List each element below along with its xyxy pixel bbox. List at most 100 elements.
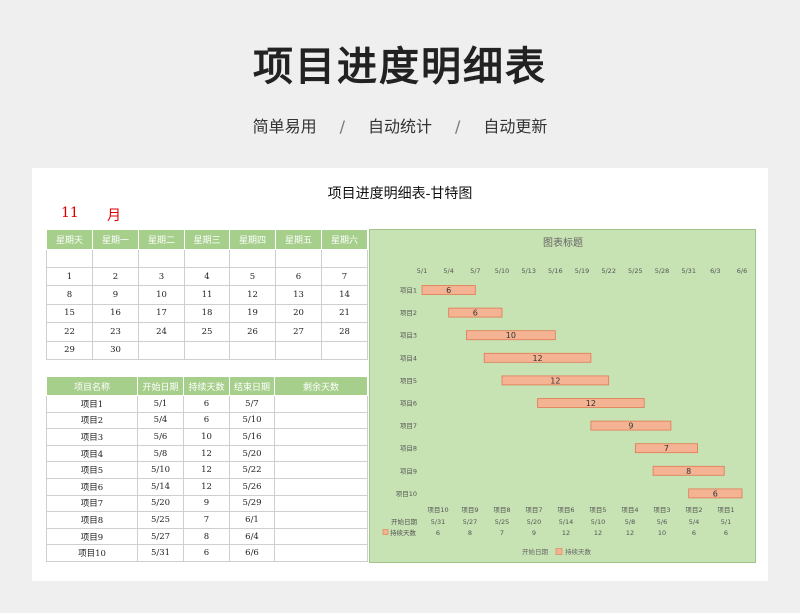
project-cell[interactable]: 7: [183, 511, 230, 529]
project-cell[interactable]: 5/22: [229, 461, 275, 479]
calendar-day-cell[interactable]: [229, 340, 276, 360]
calendar-day-cell[interactable]: [138, 340, 185, 360]
project-cell[interactable]: 项目9: [46, 527, 138, 546]
calendar-day-cell[interactable]: 22: [46, 322, 93, 342]
y-category-label: 项目10: [396, 490, 417, 498]
project-cell[interactable]: 5/7: [229, 395, 275, 413]
project-cell[interactable]: 项目7: [46, 494, 138, 513]
calendar-day-cell[interactable]: 8: [46, 285, 93, 305]
project-cell[interactable]: 5/27: [137, 527, 184, 546]
calendar-day-cell[interactable]: 1: [46, 266, 93, 287]
project-cell[interactable]: 5/31: [137, 544, 184, 562]
project-cell[interactable]: 项目2: [46, 411, 138, 430]
calendar-day-cell[interactable]: [275, 249, 322, 268]
calendar-day-cell[interactable]: 29: [46, 340, 93, 360]
calendar-day-cell[interactable]: 24: [138, 322, 185, 342]
calendar-day-cell[interactable]: 9: [92, 285, 139, 305]
tag-auto-update: 自动更新: [483, 117, 548, 136]
project-cell[interactable]: 5/14: [137, 477, 184, 496]
project-cell[interactable]: [274, 527, 368, 546]
calendar-day-cell[interactable]: 25: [184, 322, 230, 342]
project-cell[interactable]: 项目1: [46, 395, 138, 413]
project-cell[interactable]: [274, 477, 368, 496]
project-cell[interactable]: [274, 395, 368, 413]
project-cell[interactable]: 项目4: [46, 444, 138, 463]
project-cell[interactable]: 6: [183, 395, 230, 413]
project-cell[interactable]: [274, 494, 368, 513]
calendar-day-cell[interactable]: 11: [184, 285, 230, 305]
calendar-day-cell[interactable]: [92, 249, 139, 268]
project-cell[interactable]: 9: [183, 494, 230, 513]
calendar-day-cell[interactable]: [46, 249, 93, 268]
calendar-day-cell[interactable]: 19: [229, 303, 276, 324]
calendar-day-cell[interactable]: 21: [321, 303, 368, 324]
project-cell[interactable]: 6/4: [229, 527, 275, 546]
calendar-day-cell[interactable]: 17: [138, 303, 185, 324]
project-cell[interactable]: 5/16: [229, 428, 275, 446]
project-cell[interactable]: 6: [183, 411, 230, 430]
project-cell[interactable]: 6/6: [229, 544, 275, 562]
calendar-day-cell[interactable]: 13: [275, 285, 322, 305]
calendar-day-cell[interactable]: 4: [184, 266, 230, 287]
bar-data-label: 12: [532, 354, 542, 363]
project-cell[interactable]: 5/25: [137, 511, 184, 529]
project-cell[interactable]: 5/10: [137, 461, 184, 479]
project-cell[interactable]: 项目6: [46, 477, 138, 496]
project-cell[interactable]: 5/26: [229, 477, 275, 496]
calendar-day-cell[interactable]: 3: [138, 266, 185, 287]
calendar-day-cell[interactable]: 7: [321, 266, 368, 287]
project-cell[interactable]: [274, 428, 368, 446]
calendar-day-cell[interactable]: 15: [46, 303, 93, 324]
project-cell[interactable]: 12: [183, 444, 230, 463]
y-category-label: 项目8: [400, 445, 417, 453]
data-table-row-label: 开始日期: [391, 517, 418, 526]
calendar-day-cell[interactable]: 27: [275, 322, 322, 342]
calendar-day-cell[interactable]: [184, 249, 230, 268]
project-cell[interactable]: [274, 511, 368, 529]
project-cell[interactable]: 项目5: [46, 461, 138, 479]
calendar-day-cell[interactable]: [275, 340, 322, 360]
project-cell[interactable]: 5/1: [137, 395, 184, 413]
bar-data-label: 7: [664, 444, 669, 453]
calendar-day-cell[interactable]: 23: [92, 322, 139, 342]
project-cell[interactable]: 项目3: [46, 428, 138, 446]
project-cell[interactable]: 12: [183, 461, 230, 479]
calendar-day-cell[interactable]: 20: [275, 303, 322, 324]
project-cell[interactable]: 10: [183, 428, 230, 446]
project-cell[interactable]: 6/1: [229, 511, 275, 529]
calendar-day-cell[interactable]: 2: [92, 266, 139, 287]
project-cell[interactable]: [274, 444, 368, 463]
calendar-day-cell[interactable]: 10: [138, 285, 185, 305]
project-cell[interactable]: 项目10: [46, 544, 138, 562]
project-cell[interactable]: 8: [183, 527, 230, 546]
project-cell[interactable]: [274, 411, 368, 430]
calendar-day-cell[interactable]: 5: [229, 266, 276, 287]
project-row: 项目7 5/20 9 5/29: [46, 494, 368, 513]
calendar-day-cell[interactable]: 26: [229, 322, 276, 342]
project-cell[interactable]: 5/20: [229, 444, 275, 463]
calendar-day-cell[interactable]: 18: [184, 303, 230, 324]
calendar-day-cell[interactable]: 16: [92, 303, 139, 324]
calendar-day-cell[interactable]: 30: [92, 340, 139, 360]
calendar-day-cell[interactable]: [229, 249, 276, 268]
calendar-day-cell[interactable]: [321, 249, 368, 268]
calendar-day-cell[interactable]: [138, 249, 185, 268]
project-cell[interactable]: 5/10: [229, 411, 275, 430]
project-cell[interactable]: 项目8: [46, 511, 138, 529]
calendar-day-cell[interactable]: [321, 340, 368, 360]
calendar-day-cell[interactable]: 6: [275, 266, 322, 287]
project-row: 项目1 5/1 6 5/7: [46, 395, 368, 413]
project-cell[interactable]: 5/29: [229, 494, 275, 513]
project-cell[interactable]: 5/4: [137, 411, 184, 430]
project-cell[interactable]: [274, 544, 368, 562]
project-cell[interactable]: 5/6: [137, 428, 184, 446]
project-cell[interactable]: 5/8: [137, 444, 184, 463]
project-cell[interactable]: 5/20: [137, 494, 184, 513]
calendar-day-cell[interactable]: 12: [229, 285, 276, 305]
project-cell[interactable]: 12: [183, 477, 230, 496]
calendar-day-cell[interactable]: 14: [321, 285, 368, 305]
project-cell[interactable]: 6: [183, 544, 230, 562]
calendar-day-cell[interactable]: [184, 340, 230, 360]
calendar-day-cell[interactable]: 28: [321, 322, 368, 342]
project-cell[interactable]: [274, 461, 368, 479]
